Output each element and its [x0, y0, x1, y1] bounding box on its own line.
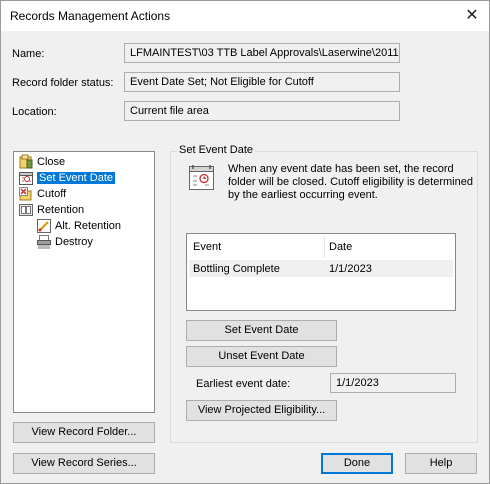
event-list-header: Event Date: [187, 234, 455, 259]
event-list[interactable]: Event Date Bottling Complete 1/1/2023: [186, 233, 456, 311]
close-folder-icon: [18, 154, 34, 170]
record-folder-status-label: Record folder status:: [12, 77, 114, 89]
records-management-dialog: Records Management Actions ✕ Name: LFMAI…: [0, 0, 490, 484]
tree-item-retention[interactable]: Retention: [18, 202, 88, 218]
actions-tree[interactable]: Close Set Event Date Cutoff Retention Al…: [13, 151, 155, 413]
table-row[interactable]: Bottling Complete 1/1/2023: [189, 260, 453, 277]
column-divider[interactable]: [324, 236, 325, 258]
retention-icon: [18, 202, 34, 218]
tree-item-alt-retention[interactable]: Alt. Retention: [36, 218, 125, 234]
view-projected-eligibility-button[interactable]: View Projected Eligibility...: [186, 400, 337, 421]
close-icon[interactable]: ✕: [461, 5, 483, 27]
name-label: Name:: [12, 48, 45, 60]
calendar-icon: [187, 163, 217, 193]
done-button[interactable]: Done: [321, 453, 393, 474]
column-header-date[interactable]: Date: [329, 241, 352, 253]
view-record-series-button[interactable]: View Record Series...: [13, 453, 155, 474]
location-label: Location:: [12, 106, 57, 118]
location-field[interactable]: Current file area: [124, 101, 400, 121]
earliest-event-date-field[interactable]: 1/1/2023: [330, 373, 456, 393]
earliest-event-date-label: Earliest event date:: [196, 378, 291, 390]
tree-item-destroy[interactable]: Destroy: [36, 234, 97, 250]
shredder-icon: [36, 234, 52, 250]
event-cell: Bottling Complete: [193, 263, 280, 275]
date-cell: 1/1/2023: [329, 263, 372, 275]
calendar-icon: [18, 170, 34, 186]
name-field[interactable]: LFMAINTEST\03 TTB Label Approvals\Laserw…: [124, 43, 400, 63]
title-bar: Records Management Actions ✕: [1, 1, 489, 31]
tree-item-cutoff[interactable]: Cutoff: [18, 186, 70, 202]
column-header-event[interactable]: Event: [193, 241, 221, 253]
record-folder-status-field[interactable]: Event Date Set; Not Eligible for Cutoff: [124, 72, 400, 92]
view-record-folder-button[interactable]: View Record Folder...: [13, 422, 155, 443]
set-event-date-button[interactable]: Set Event Date: [186, 320, 337, 341]
window-title: Records Management Actions: [10, 9, 171, 23]
alt-retention-icon: [36, 218, 52, 234]
tree-item-close[interactable]: Close: [18, 154, 69, 170]
group-title: Set Event Date: [177, 144, 255, 156]
cutoff-icon: [18, 186, 34, 202]
tree-item-set-event-date[interactable]: Set Event Date: [18, 170, 119, 186]
panel-description: When any event date has been set, the re…: [228, 163, 473, 201]
unset-event-date-button[interactable]: Unset Event Date: [186, 346, 337, 367]
help-button[interactable]: Help: [405, 453, 477, 474]
